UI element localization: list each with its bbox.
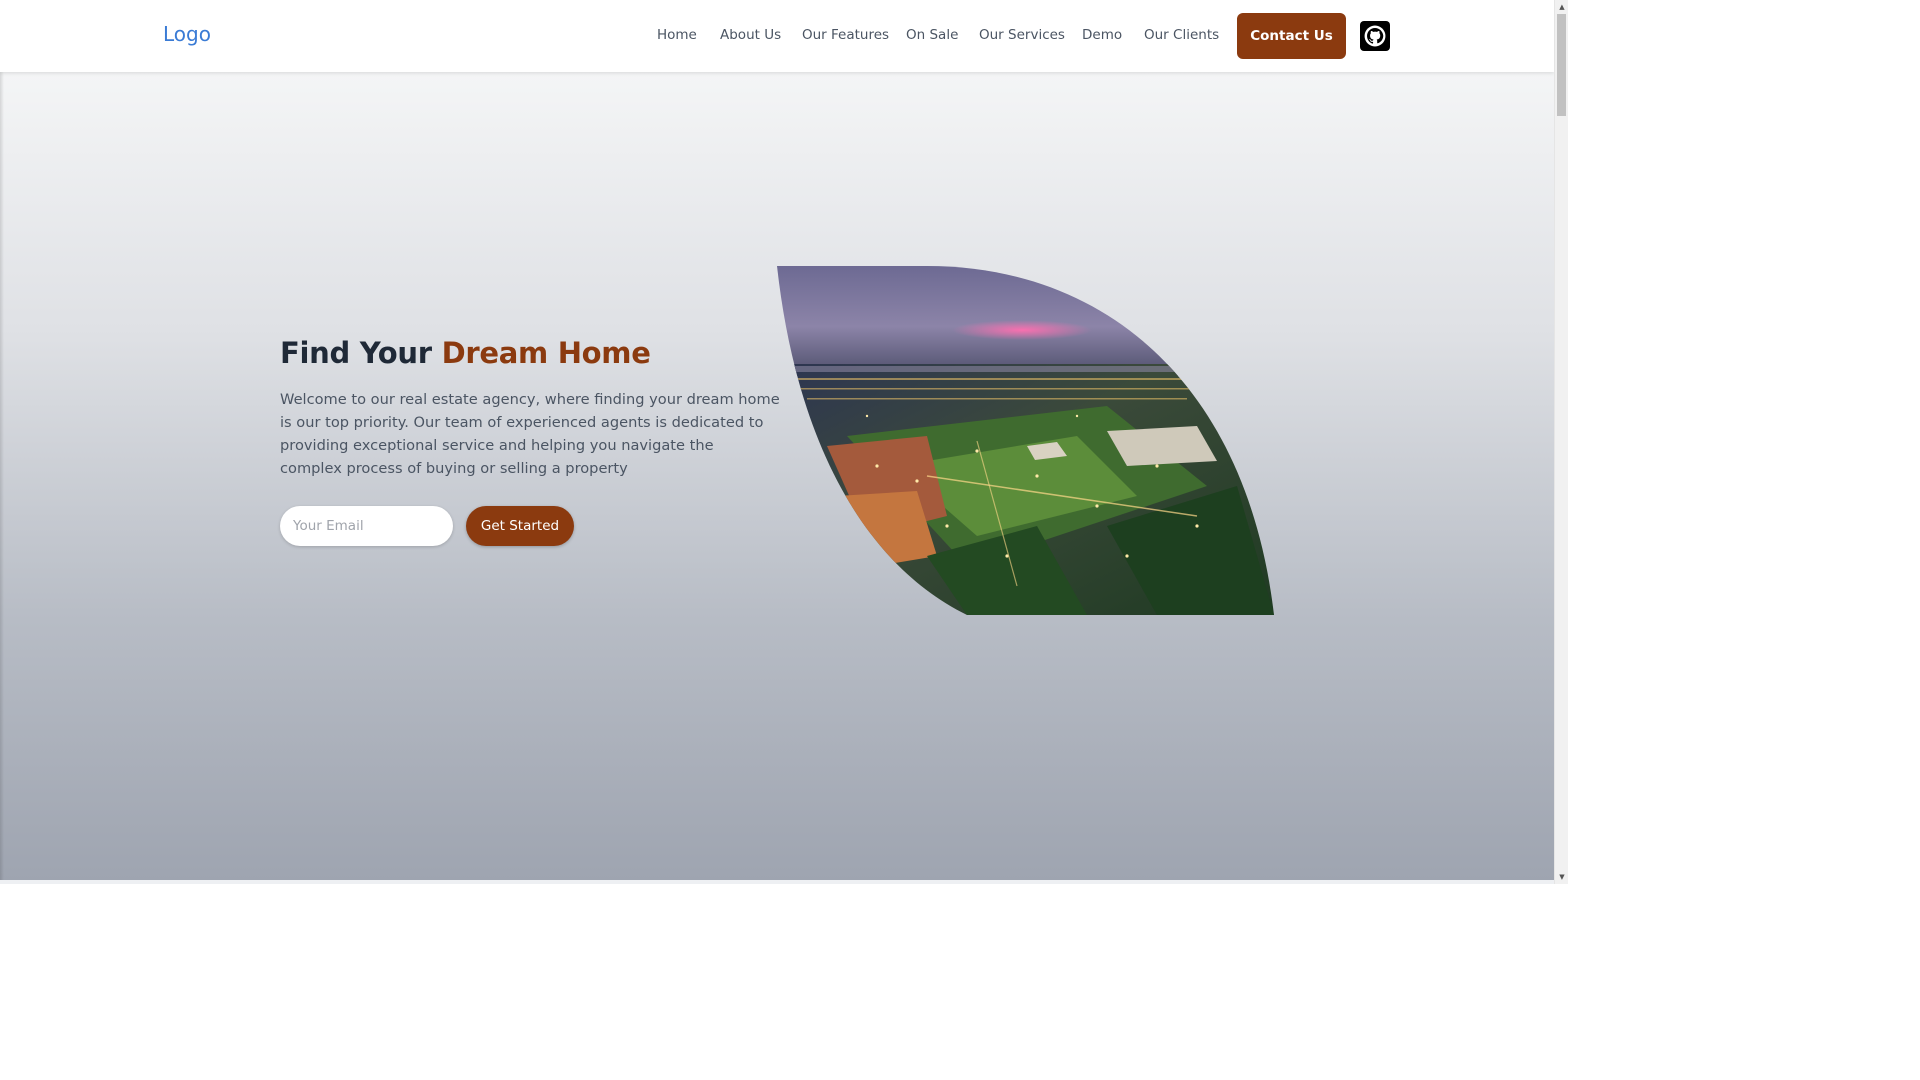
nav-item-about-us[interactable]: About Us [720,27,781,43]
hero-description: Welcome to our real estate agency, where… [280,391,780,477]
aerial-city-night-image [777,266,1274,615]
hero-title-prefix: Find Your [280,336,432,370]
contact-us-button[interactable]: Contact Us [1237,13,1346,59]
scroll-up-arrow-icon[interactable]: ▲ [1555,0,1569,14]
get-started-button[interactable]: Get Started [466,506,574,546]
bottom-edge [0,880,1554,884]
site-header: Logo Home About Us Our Features On Sale … [0,0,1554,72]
github-icon [1364,25,1386,47]
nav-item-our-clients[interactable]: Our Clients [1144,27,1219,43]
nav-item-our-features[interactable]: Our Features [802,27,889,43]
hero-title: Find Your Dream Home [280,336,651,370]
vertical-scrollbar[interactable]: ▲ ▼ [1554,0,1568,884]
scroll-down-arrow-icon[interactable]: ▼ [1555,870,1569,884]
nav-item-on-sale[interactable]: On Sale [906,27,958,43]
logo-link[interactable]: Logo [163,22,211,46]
email-input[interactable] [280,506,453,546]
nav-item-our-services[interactable]: Our Services [979,27,1065,43]
scrollbar-thumb[interactable] [1557,14,1566,116]
hero-title-accent: Dream Home [441,336,651,370]
github-link[interactable] [1360,21,1390,51]
nav-item-demo[interactable]: Demo [1082,27,1122,43]
nav-item-home[interactable]: Home [657,27,697,43]
page: Logo Home About Us Our Features On Sale … [0,0,1554,884]
